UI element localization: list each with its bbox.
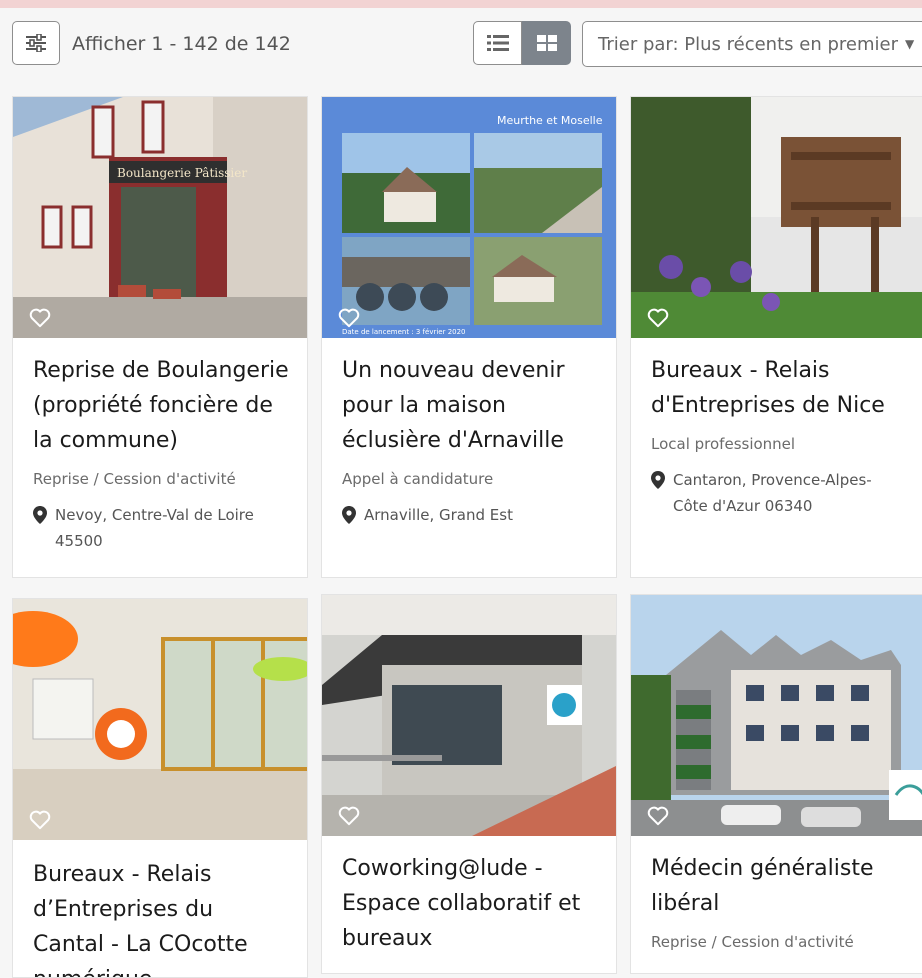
listing-title[interactable]: Un nouveau devenir pour la maison éclusi… bbox=[342, 353, 598, 458]
listing-card[interactable]: Meurthe et Moselle Date de lancement : 3… bbox=[321, 96, 617, 578]
sort-label: Trier par: Plus récents en premier bbox=[598, 33, 898, 55]
list-icon bbox=[486, 35, 509, 51]
heart-icon[interactable] bbox=[29, 308, 51, 328]
location-text: Arnaville, Grand Est bbox=[364, 506, 513, 524]
map-pin-icon bbox=[342, 502, 364, 528]
listing-card[interactable]: Bureaux - Relais d’Entreprises du Cantal… bbox=[12, 598, 308, 978]
image-header-text: Meurthe et Moselle bbox=[497, 114, 603, 127]
listing-type: Local professionnel bbox=[651, 435, 796, 453]
heart-icon[interactable] bbox=[29, 810, 51, 830]
heart-icon[interactable] bbox=[338, 806, 360, 826]
heart-icon[interactable] bbox=[338, 308, 360, 328]
listing-location: Arnaville, Grand Est bbox=[342, 502, 598, 528]
grid-icon bbox=[536, 35, 557, 51]
caret-down-icon: ▼ bbox=[904, 37, 915, 51]
grid-view-button[interactable] bbox=[522, 21, 571, 65]
results-toolbar: Afficher 1 - 142 de 142 Trier par: Plus … bbox=[0, 8, 922, 86]
location-text: Nevoy, Centre-Val de Loire 45500 bbox=[55, 506, 254, 550]
shop-sign: Boulangerie Pâtissier bbox=[117, 166, 247, 180]
sliders-icon bbox=[26, 34, 46, 52]
listing-type: Reprise / Cession d'activité bbox=[651, 933, 854, 951]
listing-card[interactable]: Boulangerie Pâtissier Reprise de Boulang… bbox=[12, 96, 308, 578]
listing-type: Reprise / Cession d'activité bbox=[33, 470, 236, 488]
listing-card[interactable]: Médecin généraliste libéral Reprise / Ce… bbox=[630, 594, 922, 974]
listing-title[interactable]: Reprise de Boulangerie (propriété fonciè… bbox=[33, 353, 289, 458]
listing-card[interactable]: Bureaux - Relais d'Entreprises de Nice L… bbox=[630, 96, 922, 578]
results-count: Afficher 1 - 142 de 142 bbox=[72, 33, 291, 55]
listing-type: Appel à candidature bbox=[342, 470, 494, 488]
listing-photo[interactable] bbox=[322, 595, 616, 836]
listing-title[interactable]: Médecin généraliste libéral bbox=[651, 851, 901, 921]
listing-location: Cantaron, Provence-Alpes-Côte d'Azur 063… bbox=[651, 467, 901, 519]
listing-photo[interactable]: Meurthe et Moselle Date de lancement : 3… bbox=[322, 97, 616, 338]
heart-icon[interactable] bbox=[647, 308, 669, 328]
map-pin-icon bbox=[33, 502, 55, 554]
map-pin-icon bbox=[651, 467, 673, 519]
listing-photo[interactable] bbox=[631, 97, 922, 338]
listing-title[interactable]: Bureaux - Relais d'Entreprises de Nice bbox=[651, 353, 901, 423]
sort-dropdown[interactable]: Trier par: Plus récents en premier ▼ bbox=[582, 21, 922, 67]
location-text: Cantaron, Provence-Alpes-Côte d'Azur 063… bbox=[673, 471, 872, 515]
listing-photo[interactable] bbox=[13, 599, 307, 840]
listing-card[interactable]: Coworking@lude - Espace collaboratif et … bbox=[321, 594, 617, 974]
listing-title[interactable]: Bureaux - Relais d’Entreprises du Cantal… bbox=[33, 857, 289, 977]
listing-photo[interactable]: Boulangerie Pâtissier bbox=[13, 97, 307, 338]
list-view-button[interactable] bbox=[473, 21, 522, 65]
image-caption: Date de lancement : 3 février 2020 bbox=[342, 328, 466, 336]
filter-button[interactable] bbox=[12, 21, 60, 65]
heart-icon[interactable] bbox=[647, 806, 669, 826]
top-accent-band bbox=[0, 0, 922, 8]
listing-photo[interactable] bbox=[631, 595, 922, 836]
view-toggle bbox=[473, 21, 571, 65]
listing-title[interactable]: Coworking@lude - Espace collaboratif et … bbox=[342, 851, 598, 956]
listing-location: Nevoy, Centre-Val de Loire 45500 bbox=[33, 502, 289, 554]
